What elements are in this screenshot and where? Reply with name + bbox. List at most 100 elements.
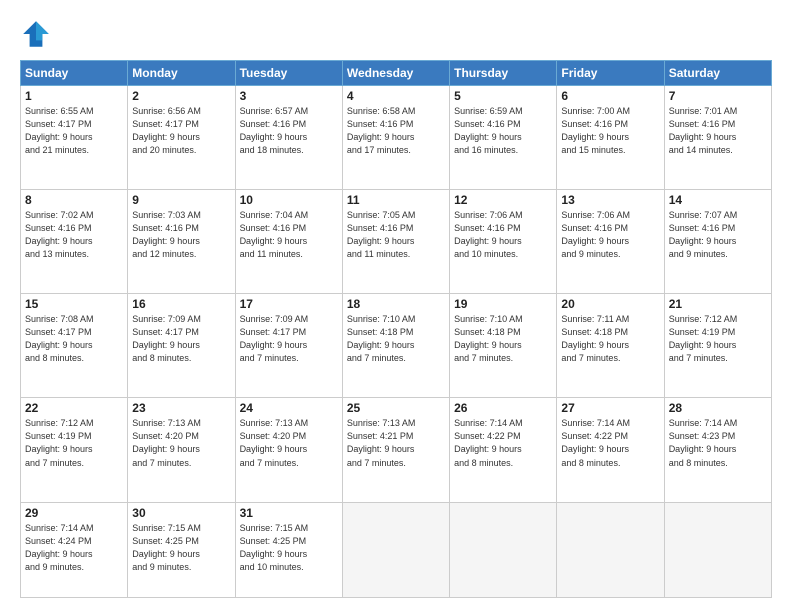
day-number: 7 xyxy=(669,89,767,103)
day-info: Sunrise: 7:08 AM Sunset: 4:17 PM Dayligh… xyxy=(25,313,123,365)
day-number: 9 xyxy=(132,193,230,207)
calendar-week-row: 15 Sunrise: 7:08 AM Sunset: 4:17 PM Dayli… xyxy=(21,294,772,398)
calendar-day-header: Friday xyxy=(557,61,664,86)
day-info: Sunrise: 6:58 AM Sunset: 4:16 PM Dayligh… xyxy=(347,105,445,157)
calendar-day-header: Tuesday xyxy=(235,61,342,86)
day-info: Sunrise: 7:02 AM Sunset: 4:16 PM Dayligh… xyxy=(25,209,123,261)
day-info: Sunrise: 7:03 AM Sunset: 4:16 PM Dayligh… xyxy=(132,209,230,261)
day-number: 23 xyxy=(132,401,230,415)
day-info: Sunrise: 6:57 AM Sunset: 4:16 PM Dayligh… xyxy=(240,105,338,157)
calendar-cell xyxy=(557,502,664,598)
day-info: Sunrise: 7:12 AM Sunset: 4:19 PM Dayligh… xyxy=(25,417,123,469)
day-info: Sunrise: 7:09 AM Sunset: 4:17 PM Dayligh… xyxy=(240,313,338,365)
calendar-day-header: Thursday xyxy=(450,61,557,86)
day-info: Sunrise: 7:07 AM Sunset: 4:16 PM Dayligh… xyxy=(669,209,767,261)
calendar-cell: 16Sunrise: 7:09 AM Sunset: 4:17 PM Dayli… xyxy=(128,294,235,398)
day-number: 1 xyxy=(25,89,123,103)
day-info: Sunrise: 7:14 AM Sunset: 4:24 PM Dayligh… xyxy=(25,522,123,574)
day-info: Sunrise: 7:00 AM Sunset: 4:16 PM Dayligh… xyxy=(561,105,659,157)
calendar-cell: 30 Sunrise: 7:15 AM Sunset: 4:25 PM Dayli… xyxy=(128,502,235,598)
calendar-cell xyxy=(450,502,557,598)
day-number: 29 xyxy=(25,506,123,520)
day-number: 20 xyxy=(561,297,659,311)
day-number: 21 xyxy=(669,297,767,311)
day-number: 27 xyxy=(561,401,659,415)
day-number: 8 xyxy=(25,193,123,207)
calendar-cell xyxy=(664,502,771,598)
calendar-day-header: Wednesday xyxy=(342,61,449,86)
day-info: Sunrise: 7:10 AM Sunset: 4:18 PM Dayligh… xyxy=(347,313,445,365)
day-info: Sunrise: 7:01 AM Sunset: 4:16 PM Dayligh… xyxy=(669,105,767,157)
calendar-cell: 10 Sunrise: 7:04 AM Sunset: 4:16 PM Dayli… xyxy=(235,190,342,294)
day-number: 13 xyxy=(561,193,659,207)
calendar-cell: 12 Sunrise: 7:06 AM Sunset: 4:16 PM Dayli… xyxy=(450,190,557,294)
day-info: Sunrise: 7:14 AM Sunset: 4:22 PM Dayligh… xyxy=(561,417,659,469)
calendar-cell: 13Sunrise: 7:06 AM Sunset: 4:16 PM Dayli… xyxy=(557,190,664,294)
day-info: Sunrise: 6:55 AM Sunset: 4:17 PM Dayligh… xyxy=(25,105,123,157)
logo xyxy=(20,18,56,50)
calendar-cell: 4 Sunrise: 6:58 AM Sunset: 4:16 PM Daylig… xyxy=(342,86,449,190)
calendar-week-row: 8 Sunrise: 7:02 AM Sunset: 4:16 PM Daylig… xyxy=(21,190,772,294)
calendar-cell: 28 Sunrise: 7:14 AM Sunset: 4:23 PM Dayli… xyxy=(664,398,771,502)
day-number: 30 xyxy=(132,506,230,520)
calendar-cell: 3 Sunrise: 6:57 AM Sunset: 4:16 PM Daylig… xyxy=(235,86,342,190)
calendar-cell: 26 Sunrise: 7:14 AM Sunset: 4:22 PM Dayli… xyxy=(450,398,557,502)
day-number: 26 xyxy=(454,401,552,415)
calendar-cell: 31Sunrise: 7:15 AM Sunset: 4:25 PM Dayli… xyxy=(235,502,342,598)
day-number: 19 xyxy=(454,297,552,311)
page: SundayMondayTuesdayWednesdayThursdayFrid… xyxy=(0,0,792,612)
calendar-cell: 24Sunrise: 7:13 AM Sunset: 4:20 PM Dayli… xyxy=(235,398,342,502)
calendar-cell: 7 Sunrise: 7:01 AM Sunset: 4:16 PM Daylig… xyxy=(664,86,771,190)
logo-icon xyxy=(20,18,52,50)
calendar-cell: 14 Sunrise: 7:07 AM Sunset: 4:16 PM Dayli… xyxy=(664,190,771,294)
calendar-day-header: Sunday xyxy=(21,61,128,86)
calendar-cell: 20 Sunrise: 7:11 AM Sunset: 4:18 PM Dayli… xyxy=(557,294,664,398)
day-number: 2 xyxy=(132,89,230,103)
calendar-cell: 1 Sunrise: 6:55 AM Sunset: 4:17 PM Daylig… xyxy=(21,86,128,190)
day-number: 17 xyxy=(240,297,338,311)
day-info: Sunrise: 7:14 AM Sunset: 4:22 PM Dayligh… xyxy=(454,417,552,469)
calendar-cell: 21 Sunrise: 7:12 AM Sunset: 4:19 PM Dayli… xyxy=(664,294,771,398)
day-number: 4 xyxy=(347,89,445,103)
day-info: Sunrise: 7:11 AM Sunset: 4:18 PM Dayligh… xyxy=(561,313,659,365)
day-number: 12 xyxy=(454,193,552,207)
day-number: 6 xyxy=(561,89,659,103)
calendar-table: SundayMondayTuesdayWednesdayThursdayFrid… xyxy=(20,60,772,598)
day-number: 28 xyxy=(669,401,767,415)
calendar-cell: 29 Sunrise: 7:14 AM Sunset: 4:24 PM Dayli… xyxy=(21,502,128,598)
calendar-cell: 18 Sunrise: 7:10 AM Sunset: 4:18 PM Dayli… xyxy=(342,294,449,398)
calendar-week-row: 29 Sunrise: 7:14 AM Sunset: 4:24 PM Dayli… xyxy=(21,502,772,598)
day-info: Sunrise: 7:12 AM Sunset: 4:19 PM Dayligh… xyxy=(669,313,767,365)
day-info: Sunrise: 7:13 AM Sunset: 4:21 PM Dayligh… xyxy=(347,417,445,469)
calendar-cell: 9 Sunrise: 7:03 AM Sunset: 4:16 PM Daylig… xyxy=(128,190,235,294)
day-number: 3 xyxy=(240,89,338,103)
calendar-cell: 5Sunrise: 6:59 AM Sunset: 4:16 PM Daylig… xyxy=(450,86,557,190)
calendar-cell: 8 Sunrise: 7:02 AM Sunset: 4:16 PM Daylig… xyxy=(21,190,128,294)
calendar-cell: 6 Sunrise: 7:00 AM Sunset: 4:16 PM Daylig… xyxy=(557,86,664,190)
calendar-cell xyxy=(342,502,449,598)
day-number: 22 xyxy=(25,401,123,415)
day-number: 5 xyxy=(454,89,552,103)
day-info: Sunrise: 6:56 AM Sunset: 4:17 PM Dayligh… xyxy=(132,105,230,157)
day-number: 18 xyxy=(347,297,445,311)
calendar-cell: 17 Sunrise: 7:09 AM Sunset: 4:17 PM Dayli… xyxy=(235,294,342,398)
day-info: Sunrise: 7:14 AM Sunset: 4:23 PM Dayligh… xyxy=(669,417,767,469)
day-number: 10 xyxy=(240,193,338,207)
day-number: 14 xyxy=(669,193,767,207)
calendar-cell: 22 Sunrise: 7:12 AM Sunset: 4:19 PM Dayli… xyxy=(21,398,128,502)
day-info: Sunrise: 7:04 AM Sunset: 4:16 PM Dayligh… xyxy=(240,209,338,261)
header xyxy=(20,18,772,50)
calendar-cell: 19 Sunrise: 7:10 AM Sunset: 4:18 PM Dayli… xyxy=(450,294,557,398)
day-info: Sunrise: 7:10 AM Sunset: 4:18 PM Dayligh… xyxy=(454,313,552,365)
day-info: Sunrise: 7:15 AM Sunset: 4:25 PM Dayligh… xyxy=(240,522,338,574)
calendar-cell: 27 Sunrise: 7:14 AM Sunset: 4:22 PM Dayli… xyxy=(557,398,664,502)
calendar-week-row: 22 Sunrise: 7:12 AM Sunset: 4:19 PM Dayli… xyxy=(21,398,772,502)
day-number: 15 xyxy=(25,297,123,311)
day-number: 25 xyxy=(347,401,445,415)
day-info: Sunrise: 7:06 AM Sunset: 4:16 PM Dayligh… xyxy=(454,209,552,261)
day-number: 16 xyxy=(132,297,230,311)
day-info: Sunrise: 7:15 AM Sunset: 4:25 PM Dayligh… xyxy=(132,522,230,574)
day-info: Sunrise: 7:13 AM Sunset: 4:20 PM Dayligh… xyxy=(132,417,230,469)
day-info: Sunrise: 7:13 AM Sunset: 4:20 PM Dayligh… xyxy=(240,417,338,469)
calendar-week-row: 1 Sunrise: 6:55 AM Sunset: 4:17 PM Daylig… xyxy=(21,86,772,190)
